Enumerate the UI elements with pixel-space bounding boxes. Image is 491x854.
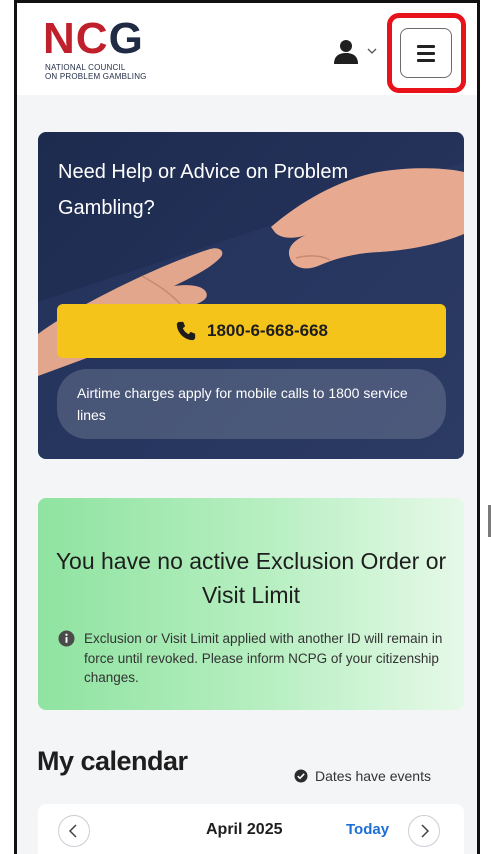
hamburger-line (417, 52, 435, 55)
chevron-down-icon[interactable] (367, 47, 377, 55)
chevron-right-icon (421, 824, 430, 838)
call-hotline-button[interactable]: 1800-6-668-668 (57, 304, 446, 358)
user-icon[interactable] (333, 39, 359, 65)
calendar-month: April 2025 (206, 821, 283, 838)
calendar-card: April 2025 Today (38, 804, 464, 854)
chevron-left-icon (68, 824, 77, 838)
hamburger-line (417, 45, 435, 48)
logo-line-2: ON PROBLEM GAMBLING (45, 72, 147, 81)
exclusion-status-card: You have no active Exclusion Order or Vi… (38, 498, 464, 710)
hamburger-line (417, 59, 435, 62)
info-icon (58, 630, 75, 647)
logo-line-1: NATIONAL COUNCIL (45, 63, 126, 72)
hamburger-menu-button[interactable] (400, 28, 452, 78)
exclusion-status-title: You have no active Exclusion Order or Vi… (55, 548, 447, 608)
check-circle-icon (294, 769, 308, 783)
logo-letter-n: N (43, 14, 76, 63)
logo-letter-g: G (108, 14, 144, 63)
calendar-title: My calendar (37, 746, 188, 776)
prev-month-button[interactable] (58, 815, 90, 847)
hotline-number: 1800-6-668-668 (207, 321, 328, 340)
logo-letters: NCG (43, 17, 144, 61)
today-link[interactable]: Today (346, 821, 389, 838)
exclusion-note: Exclusion or Visit Limit applied with an… (84, 631, 443, 685)
logo-letter-c: C (75, 14, 109, 63)
legend-label: Dates have events (315, 768, 431, 784)
calendar-legend: Dates have events (294, 768, 431, 784)
help-card: Need Help or Advice on Problem Gambling?… (38, 132, 464, 459)
next-month-button[interactable] (408, 815, 440, 847)
app-frame: NCG NATIONAL COUNCIL ON PROBLEM GAMBLING (14, 0, 480, 854)
airtime-notice: Airtime charges apply for mobile calls t… (57, 369, 446, 439)
ncpg-logo[interactable]: NCG NATIONAL COUNCIL ON PROBLEM GAMBLING (43, 17, 168, 87)
help-title: Need Help or Advice on Problem Gambling? (58, 161, 349, 219)
logo-subtitle: NATIONAL COUNCIL ON PROBLEM GAMBLING (45, 63, 175, 81)
header: NCG NATIONAL COUNCIL ON PROBLEM GAMBLING (17, 3, 477, 95)
phone-icon (176, 321, 196, 341)
